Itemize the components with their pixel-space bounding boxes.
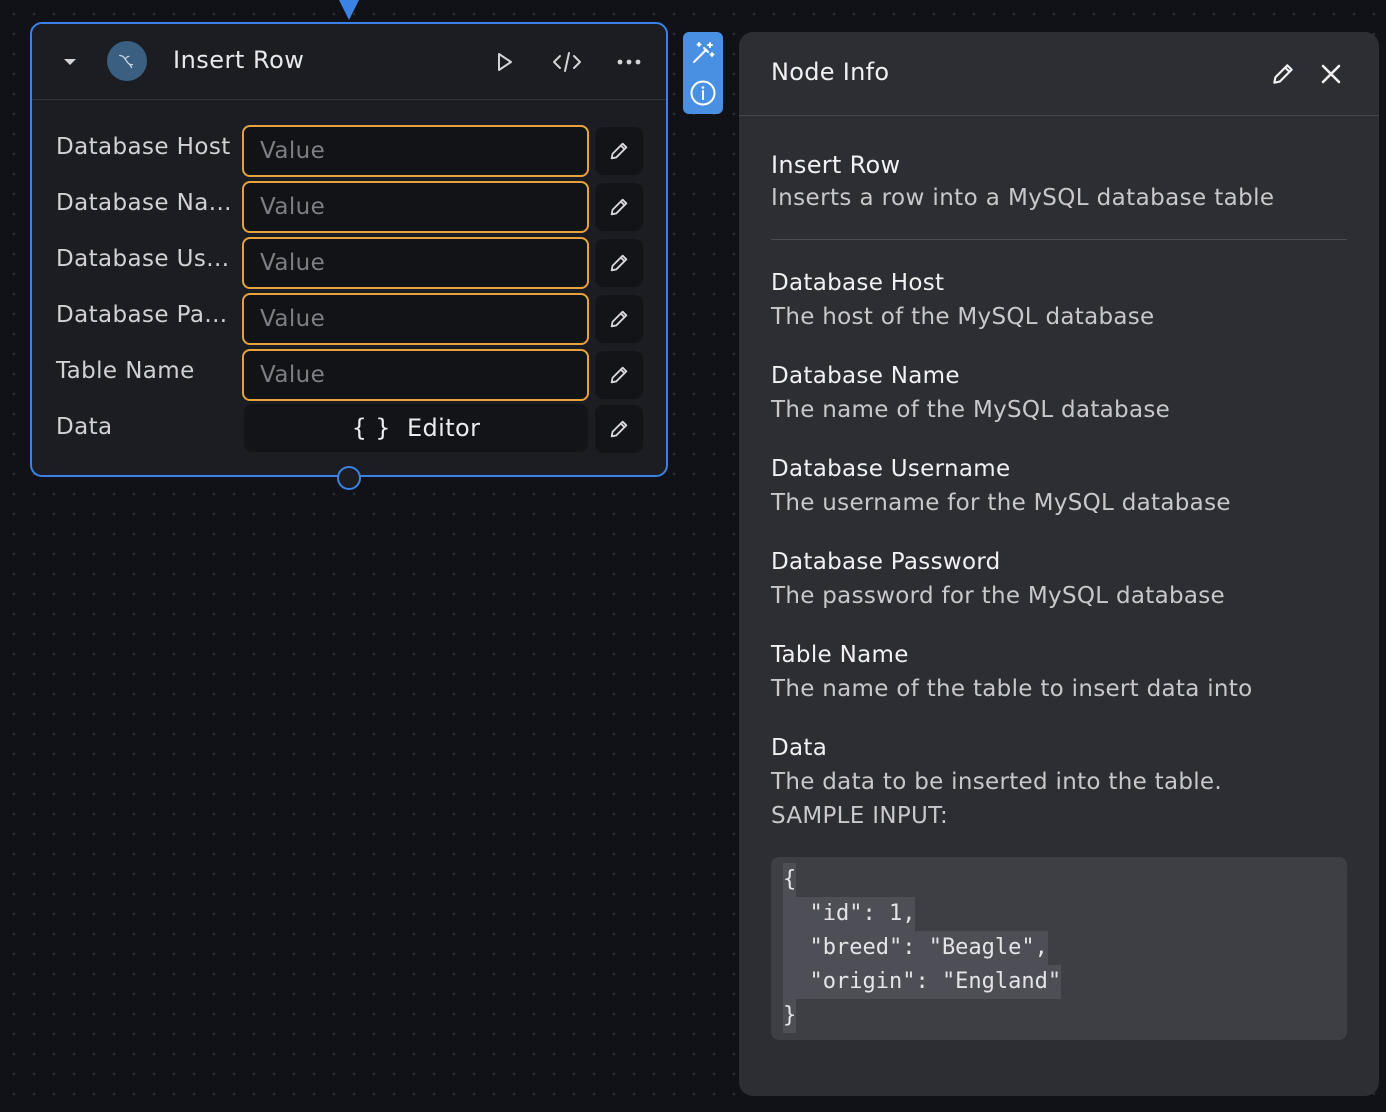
database-username-input[interactable]	[242, 237, 589, 289]
pencil-icon	[610, 198, 628, 216]
param-name: Table Name	[771, 642, 909, 668]
field-label-table-name: Table Name	[56, 358, 195, 384]
pencil-icon	[610, 142, 628, 160]
magic-wand-icon[interactable]	[687, 37, 719, 69]
sample-input-label: SAMPLE INPUT:	[771, 803, 948, 829]
param-name: Database Host	[771, 270, 945, 296]
code-line: "breed": "Beagle",	[783, 931, 1048, 965]
code-line: }	[783, 999, 797, 1033]
insert-row-node[interactable]: Insert Row Database Host Database Na... …	[30, 22, 668, 477]
param-description: The name of the MySQL database	[771, 397, 1171, 423]
code-line: "origin": "England"	[783, 965, 1062, 999]
divider	[771, 239, 1347, 240]
field-label-database-password: Database Pa...	[56, 302, 228, 328]
braces-icon: { }	[351, 414, 391, 442]
field-label-data: Data	[56, 414, 113, 440]
param-name: Data	[771, 735, 828, 761]
close-icon[interactable]	[1315, 58, 1347, 90]
table-name-input[interactable]	[242, 349, 589, 401]
param-description: The username for the MySQL database	[771, 490, 1231, 516]
code-icon[interactable]	[551, 46, 583, 78]
node-header: Insert Row	[32, 24, 666, 100]
edit-database-username-button[interactable]	[595, 239, 643, 287]
info-node-description: Inserts a row into a MySQL database tabl…	[771, 185, 1275, 211]
edit-database-name-button[interactable]	[595, 183, 643, 231]
play-icon[interactable]	[489, 46, 521, 78]
field-label-database-name: Database Na...	[56, 190, 232, 216]
database-password-input[interactable]	[242, 293, 589, 345]
input-connection-handle[interactable]	[339, 0, 359, 20]
panel-body: Insert Row Inserts a row into a MySQL da…	[771, 150, 1347, 860]
editor-label: Editor	[406, 414, 481, 442]
param-item: Database Username The username for the M…	[771, 454, 1347, 520]
code-line: {	[783, 863, 797, 897]
param-description: The host of the MySQL database	[771, 304, 1155, 330]
node-side-toolbar	[683, 32, 723, 114]
param-item: Database Name The name of the MySQL data…	[771, 361, 1347, 427]
param-name: Database Password	[771, 549, 1001, 575]
param-description: The password for the MySQL database	[771, 583, 1226, 609]
chevron-down-icon[interactable]	[64, 59, 76, 65]
pencil-icon	[610, 420, 628, 438]
node-info-panel: Node Info Insert Row Inserts a row into …	[739, 32, 1379, 1096]
param-item: Data The data to be inserted into the ta…	[771, 733, 1347, 833]
pencil-icon[interactable]	[1267, 58, 1299, 90]
pencil-icon	[610, 310, 628, 328]
edit-database-host-button[interactable]	[595, 127, 643, 175]
param-item: Table Name The name of the table to inse…	[771, 640, 1347, 706]
edit-table-name-button[interactable]	[595, 351, 643, 399]
edit-data-button[interactable]	[595, 405, 643, 453]
param-description: The name of the table to insert data int…	[771, 676, 1253, 702]
panel-title: Node Info	[771, 58, 890, 86]
field-label-database-host: Database Host	[56, 134, 231, 160]
pencil-icon	[610, 254, 628, 272]
param-name: Database Username	[771, 456, 1011, 482]
pencil-icon	[610, 366, 628, 384]
edit-database-password-button[interactable]	[595, 295, 643, 343]
open-editor-button[interactable]: { } Editor	[244, 404, 588, 452]
sample-input-code-block: { "id": 1, "breed": "Beagle", "origin": …	[771, 857, 1347, 1040]
output-connection-handle[interactable]	[337, 466, 361, 490]
param-item: Database Host The host of the MySQL data…	[771, 268, 1347, 334]
database-host-input[interactable]	[242, 125, 589, 177]
panel-header: Node Info	[739, 32, 1379, 116]
info-icon[interactable]	[687, 77, 719, 109]
field-label-database-username: Database Us...	[56, 246, 230, 272]
param-description: The data to be inserted into the table.	[771, 769, 1222, 795]
mysql-dolphin-icon	[107, 41, 147, 81]
node-title: Insert Row	[173, 46, 305, 74]
info-node-name: Insert Row	[771, 151, 901, 179]
param-item: Database Password The password for the M…	[771, 547, 1347, 613]
param-name: Database Name	[771, 363, 960, 389]
code-line: "id": 1,	[783, 897, 916, 931]
database-name-input[interactable]	[242, 181, 589, 233]
more-horizontal-icon[interactable]	[613, 46, 645, 78]
